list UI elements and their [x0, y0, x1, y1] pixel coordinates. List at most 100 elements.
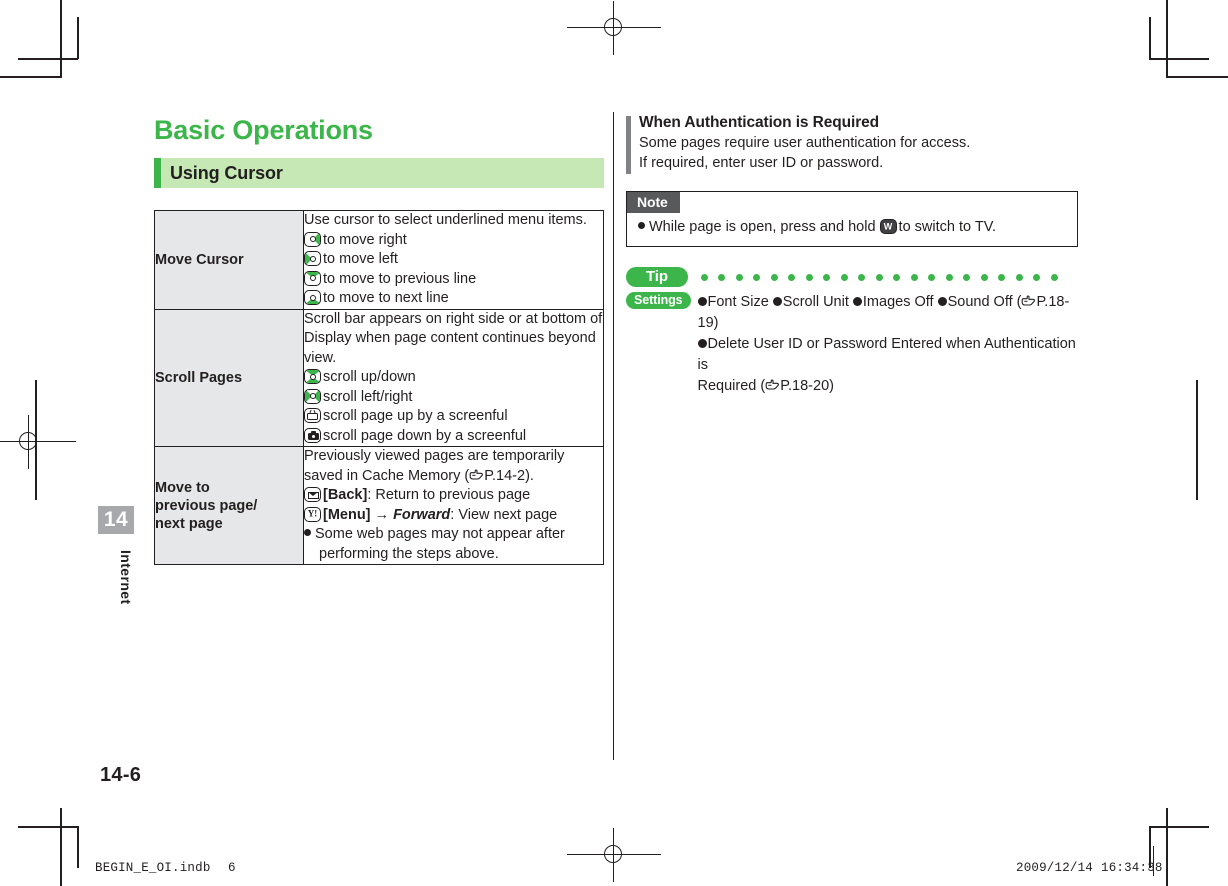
note-box: Note While page is open, press and hold …	[626, 191, 1078, 247]
page-ref: P.18-20	[780, 378, 830, 394]
row-body: Scroll bar appears on right side or at b…	[303, 308, 604, 447]
bullet-icon	[638, 222, 645, 229]
row-label: Move Cursor	[154, 210, 304, 310]
tip-body: Settings Font Size Scroll Unit Images Of…	[626, 292, 1078, 397]
bullet-icon	[697, 339, 707, 348]
page-ref: P.14-2	[484, 467, 526, 484]
tip-item-long-c: )	[829, 378, 834, 394]
key-line: scroll page down by a screenful	[304, 427, 603, 447]
slug-date: 2009/12/14	[1016, 861, 1094, 875]
bullet-note-cont: performing the steps above.	[319, 545, 499, 562]
yahoo-key-icon: Y!	[304, 506, 321, 522]
crop-mark-bl-v	[60, 808, 62, 886]
key-desc: to move to previous line	[323, 270, 477, 287]
crop-mark-bl-h2	[18, 826, 78, 828]
key-desc: to move left	[323, 251, 398, 267]
tip-block: Tip Settings Font Size Scroll Unit Image…	[626, 267, 1078, 397]
note-tag: Note	[627, 192, 680, 213]
arrow-glyph: →	[374, 506, 390, 523]
table-row: Scroll Pages Scroll bar appears on right…	[154, 308, 604, 447]
crop-mark-tr-v2	[1149, 17, 1151, 59]
page-number: 14-6	[100, 764, 142, 786]
tip-text: Font Size Scroll Unit Images Off Sound O…	[697, 294, 1076, 394]
bullet-note-line1: Some web pages may not appear after	[315, 526, 565, 542]
tip-tag: Tip	[626, 267, 688, 287]
key-line: Y! [Menu] → Forward: View next page	[304, 506, 603, 526]
chapter-tab: 14 Internet	[98, 506, 134, 616]
note-body: While page is open, press and hold Wto s…	[627, 213, 1077, 237]
key-line: to move to next line	[304, 289, 603, 309]
registration-mark-bottom	[567, 828, 661, 882]
tip-item-long-b: Required (	[697, 378, 766, 394]
authentication-callout: When Authentication is Required Some pag…	[626, 114, 1078, 174]
slug-sheet-number: 6	[228, 861, 236, 875]
bullet-icon	[937, 297, 947, 306]
chapter-number: 14	[98, 506, 134, 534]
crop-mark-br-v	[1166, 808, 1168, 886]
row-intro: Previously viewed pages are temporarily …	[304, 447, 603, 486]
key-desc: scroll left/right	[323, 388, 413, 405]
key-desc: scroll page up by a screenful	[323, 408, 508, 424]
page-ref-hand-icon	[1021, 295, 1036, 308]
nav-key-updown-icon	[304, 369, 321, 384]
bullet-icon	[304, 529, 311, 536]
row-label: Move to previous page/ next page	[154, 446, 304, 565]
section-accent-bar	[154, 158, 161, 188]
crop-mark-bl-v2	[77, 826, 79, 868]
row-label: Scroll Pages	[154, 308, 304, 447]
bullet-icon	[852, 297, 862, 306]
settings-tag: Settings	[626, 292, 691, 309]
tv-key-icon	[304, 408, 321, 423]
key-line: [Back]: Return to previous page	[304, 486, 603, 506]
bullet-icon	[772, 297, 782, 306]
left-column: Basic Operations Using Cursor Move Curso…	[154, 114, 604, 565]
table-row: Move Cursor Use cursor to select underli…	[154, 210, 604, 310]
mail-key-icon	[304, 487, 321, 502]
page-ref-hand-icon	[765, 379, 780, 392]
key-desc: : Return to previous page	[367, 487, 531, 503]
key-line: to move to previous line	[304, 270, 603, 290]
gutter-rule	[613, 112, 614, 760]
row-body: Previously viewed pages are temporarily …	[303, 446, 604, 565]
tip-item: Sound Off	[947, 294, 1013, 310]
note-text-before: While page is open, press and hold	[649, 219, 876, 235]
crop-mark-tr-v	[1166, 0, 1168, 78]
chapter-name: Internet	[118, 549, 134, 605]
row-intro: Scroll bar appears on right side or at b…	[304, 310, 603, 366]
key-label: [Back]	[323, 487, 368, 503]
crop-mark-tl-h2	[18, 58, 78, 60]
slug-time: 16:34:38	[1101, 861, 1163, 875]
key-desc: : View next page	[450, 506, 558, 523]
printed-page: 14 Internet 14-6 Basic Operations Using …	[0, 0, 1228, 886]
nav-key-down-icon	[304, 290, 321, 305]
key-desc: scroll page down by a screenful	[323, 427, 527, 444]
key-line: scroll left/right	[304, 388, 603, 408]
key-line: to move left	[304, 250, 603, 270]
tip-item: Images Off	[862, 294, 934, 310]
crop-mark-tl-h	[0, 76, 62, 78]
row-intro-b: ).	[525, 467, 534, 484]
callout-accent-bar	[626, 116, 631, 174]
key-desc: to move right	[323, 231, 407, 248]
key-desc: scroll up/down	[323, 369, 416, 385]
key-line: scroll up/down	[304, 368, 603, 388]
nav-key-left-icon	[304, 251, 321, 266]
section-title: Using Cursor	[170, 162, 283, 183]
key-line: to move right	[304, 231, 603, 251]
tip-item: Scroll Unit	[782, 294, 849, 310]
right-column: When Authentication is Required Some pag…	[626, 114, 1078, 397]
tip-dot-rule	[697, 273, 1078, 281]
registration-mark-top	[567, 1, 661, 55]
callout-line-1: Some pages require user authentication f…	[639, 135, 971, 151]
crop-mark-br-h2	[1149, 826, 1209, 828]
table-row: Move to previous page/ next page Previou…	[154, 446, 604, 565]
operations-table: Move Cursor Use cursor to select underli…	[154, 210, 604, 565]
key-desc: to move to next line	[323, 290, 449, 306]
key-label: [Menu]	[323, 506, 371, 523]
note-text-after: to switch to TV.	[898, 219, 997, 235]
camera-key-icon	[304, 427, 321, 443]
page-ref-hand-icon	[469, 469, 484, 482]
crop-mark-tl-v2	[77, 17, 79, 59]
tv-switch-key-glyph: W	[883, 221, 893, 231]
key-line: scroll page up by a screenful	[304, 407, 603, 427]
